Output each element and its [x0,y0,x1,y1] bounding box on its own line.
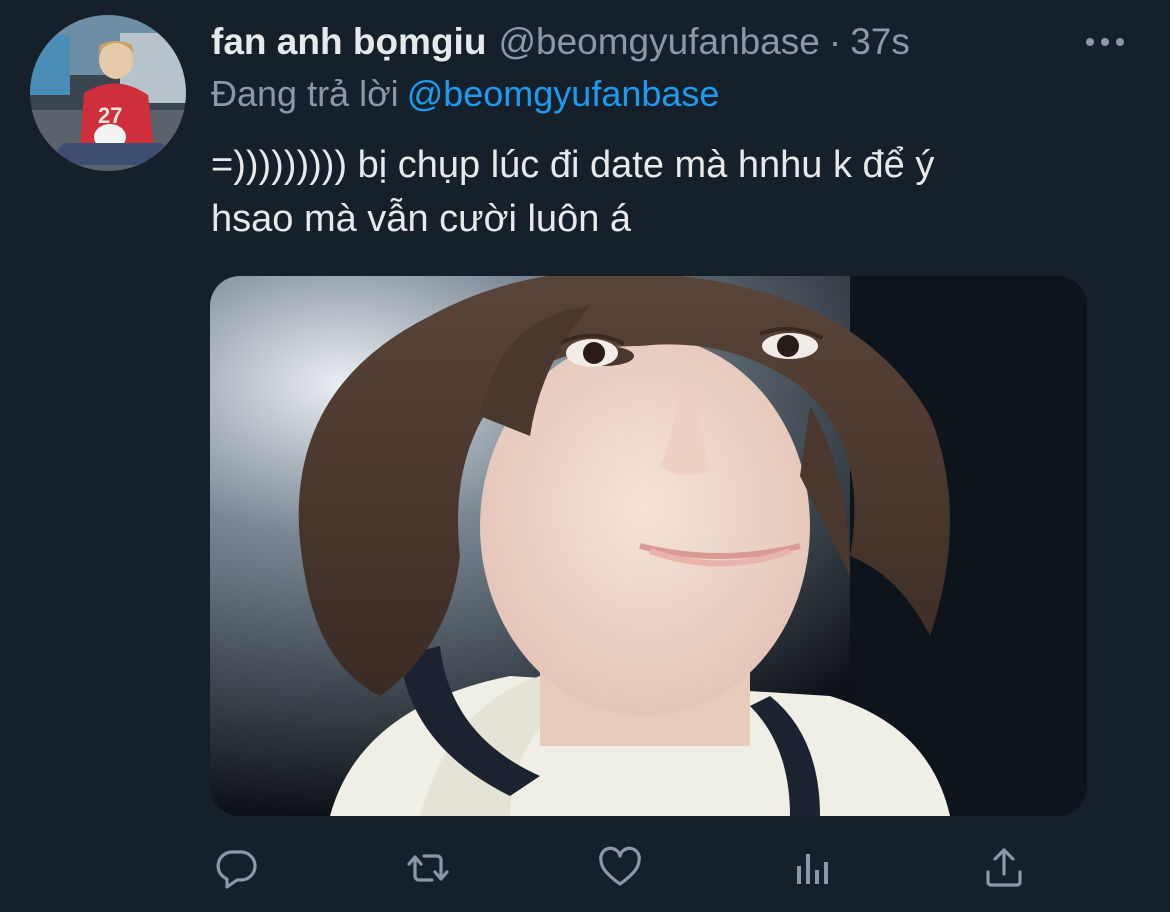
author-display-name[interactable]: fan anh bọmgiu [211,21,486,63]
reply-prefix: Đang trả lời [211,73,399,114]
tweet: 27 fan anh bọmgiu @beomgyufanbase · 37s … [0,0,1170,912]
tweet-timestamp[interactable]: 37s [850,21,910,63]
tweet-actions [0,838,1170,898]
share-button[interactable] [974,838,1034,898]
photo-portrait [210,276,1087,816]
avatar-image: 27 [30,15,186,171]
analytics-button[interactable] [782,838,842,898]
like-button[interactable] [590,838,650,898]
more-horizontal-icon [1116,38,1124,46]
more-horizontal-icon [1086,38,1094,46]
like-icon [599,846,641,886]
reply-target-link[interactable]: @beomgyufanbase [407,73,720,114]
reply-button[interactable] [207,838,267,898]
retweet-button[interactable] [398,838,458,898]
tweet-text: =))))))))) bị chụp lúc đi date mà hnhu k… [211,138,1111,246]
analytics-icon [797,854,828,884]
avatar[interactable]: 27 [30,15,186,171]
author-handle[interactable]: @beomgyufanbase [498,21,819,63]
separator-dot: · [828,21,842,62]
reply-context: Đang trả lời @beomgyufanbase [211,73,719,117]
more-horizontal-icon [1101,38,1109,46]
tweet-media-image[interactable] [210,276,1087,816]
more-options-button[interactable] [1082,28,1128,56]
retweet-icon [407,854,449,882]
tweet-header: fan anh bọmgiu @beomgyufanbase · 37s [211,19,1141,65]
tweet-text-line: =))))))))) bị chụp lúc đi date mà hnhu k… [211,144,935,186]
tweet-text-line: hsao mà vẫn cười luôn á [211,198,632,240]
share-icon [986,848,1022,887]
reply-icon [216,850,257,889]
